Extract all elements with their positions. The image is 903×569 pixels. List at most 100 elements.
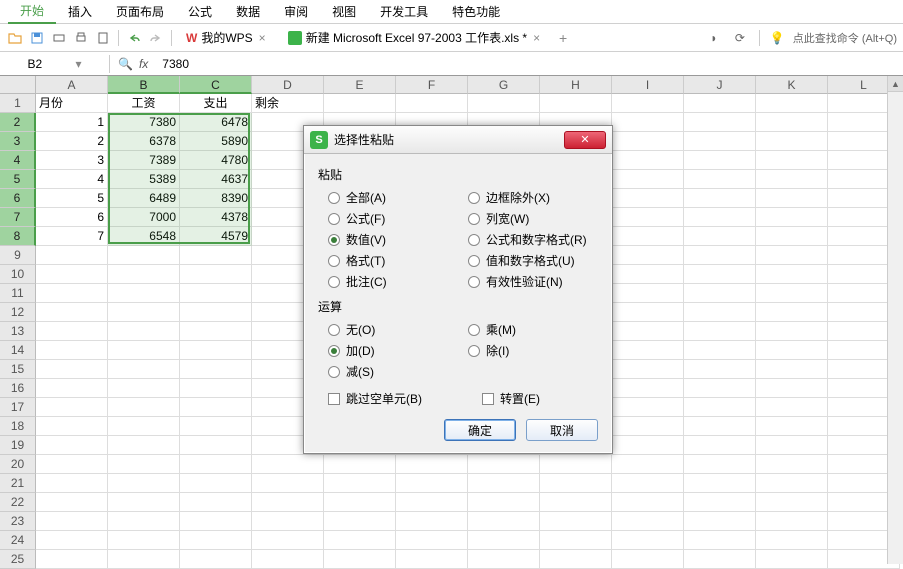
cell[interactable]	[756, 132, 828, 151]
cell[interactable]	[180, 398, 252, 417]
cell[interactable]	[612, 113, 684, 132]
cell[interactable]	[756, 474, 828, 493]
transpose-checkbox[interactable]: 转置(E)	[482, 390, 540, 407]
cell[interactable]	[108, 474, 180, 493]
cell[interactable]	[252, 455, 324, 474]
radio-option[interactable]: 值和数字格式(U)	[468, 252, 598, 269]
cell[interactable]	[684, 303, 756, 322]
cell[interactable]	[612, 455, 684, 474]
cell[interactable]: 3	[36, 151, 108, 170]
row-header[interactable]: 18	[0, 417, 36, 436]
cell[interactable]	[36, 322, 108, 341]
cell[interactable]	[612, 284, 684, 303]
cell[interactable]: 4637	[180, 170, 252, 189]
menu-item-5[interactable]: 审阅	[272, 0, 320, 23]
cell[interactable]	[684, 284, 756, 303]
cell[interactable]: 4	[36, 170, 108, 189]
cell[interactable]	[756, 512, 828, 531]
cell[interactable]	[684, 436, 756, 455]
cell[interactable]	[396, 474, 468, 493]
cell[interactable]	[684, 417, 756, 436]
row-header[interactable]: 15	[0, 360, 36, 379]
row-header[interactable]: 3	[0, 132, 36, 151]
cell[interactable]	[612, 360, 684, 379]
cell[interactable]	[756, 227, 828, 246]
cell[interactable]	[756, 246, 828, 265]
cell[interactable]	[36, 455, 108, 474]
cell[interactable]	[756, 531, 828, 550]
menu-item-0[interactable]: 开始	[8, 0, 56, 24]
cell[interactable]	[756, 94, 828, 113]
cell[interactable]	[756, 398, 828, 417]
search-hint[interactable]: 点此查找命令 (Alt+Q)	[793, 30, 897, 46]
cell[interactable]	[324, 474, 396, 493]
cell[interactable]	[756, 113, 828, 132]
menu-item-6[interactable]: 视图	[320, 0, 368, 23]
cell[interactable]	[36, 341, 108, 360]
cell[interactable]: 4780	[180, 151, 252, 170]
cell[interactable]	[108, 360, 180, 379]
row-header[interactable]: 11	[0, 284, 36, 303]
cell[interactable]	[684, 208, 756, 227]
cell[interactable]	[36, 265, 108, 284]
cell[interactable]	[612, 208, 684, 227]
column-header[interactable]: K	[756, 76, 828, 94]
cell[interactable]	[36, 417, 108, 436]
cell[interactable]	[756, 208, 828, 227]
cell[interactable]	[108, 341, 180, 360]
cell[interactable]	[108, 303, 180, 322]
row-header[interactable]: 4	[0, 151, 36, 170]
cell[interactable]: 4378	[180, 208, 252, 227]
cell[interactable]	[108, 531, 180, 550]
cell[interactable]	[108, 322, 180, 341]
cell[interactable]	[36, 493, 108, 512]
radio-option[interactable]: 全部(A)	[328, 189, 458, 206]
dialog-titlebar[interactable]: S 选择性粘贴 ✕	[304, 126, 612, 154]
menu-item-2[interactable]: 页面布局	[104, 0, 176, 23]
cell[interactable]	[36, 379, 108, 398]
cell[interactable]: 7389	[108, 151, 180, 170]
cell[interactable]: 8390	[180, 189, 252, 208]
print-preview-icon[interactable]	[50, 29, 68, 47]
cell[interactable]	[756, 417, 828, 436]
row-header[interactable]: 22	[0, 493, 36, 512]
cell[interactable]	[252, 493, 324, 512]
cell[interactable]	[612, 398, 684, 417]
cell[interactable]	[756, 341, 828, 360]
row-header[interactable]: 16	[0, 379, 36, 398]
cell[interactable]	[756, 455, 828, 474]
cell[interactable]	[36, 246, 108, 265]
cell[interactable]	[756, 436, 828, 455]
row-header[interactable]: 6	[0, 189, 36, 208]
cell[interactable]: 7000	[108, 208, 180, 227]
cell[interactable]	[540, 474, 612, 493]
search-icon[interactable]: 🔍	[118, 57, 133, 71]
column-header[interactable]: G	[468, 76, 540, 94]
radio-option[interactable]: 格式(T)	[328, 252, 458, 269]
cell[interactable]	[540, 512, 612, 531]
cell[interactable]	[612, 227, 684, 246]
cell[interactable]	[540, 94, 612, 113]
cell[interactable]	[252, 512, 324, 531]
cell[interactable]	[684, 550, 756, 569]
column-header[interactable]: D	[252, 76, 324, 94]
cell[interactable]	[36, 303, 108, 322]
save-icon[interactable]	[28, 29, 46, 47]
cell[interactable]	[108, 436, 180, 455]
cell[interactable]: 剩余	[252, 94, 324, 113]
cell[interactable]	[108, 398, 180, 417]
cell[interactable]	[756, 493, 828, 512]
cell[interactable]	[684, 170, 756, 189]
cell[interactable]	[36, 531, 108, 550]
column-header[interactable]: H	[540, 76, 612, 94]
column-header[interactable]: I	[612, 76, 684, 94]
row-header[interactable]: 7	[0, 208, 36, 227]
row-header[interactable]: 14	[0, 341, 36, 360]
cell[interactable]	[612, 246, 684, 265]
cell[interactable]	[756, 170, 828, 189]
cell[interactable]: 6478	[180, 113, 252, 132]
row-header[interactable]: 2	[0, 113, 36, 132]
cell[interactable]	[468, 94, 540, 113]
cell[interactable]	[756, 265, 828, 284]
cell[interactable]	[756, 379, 828, 398]
